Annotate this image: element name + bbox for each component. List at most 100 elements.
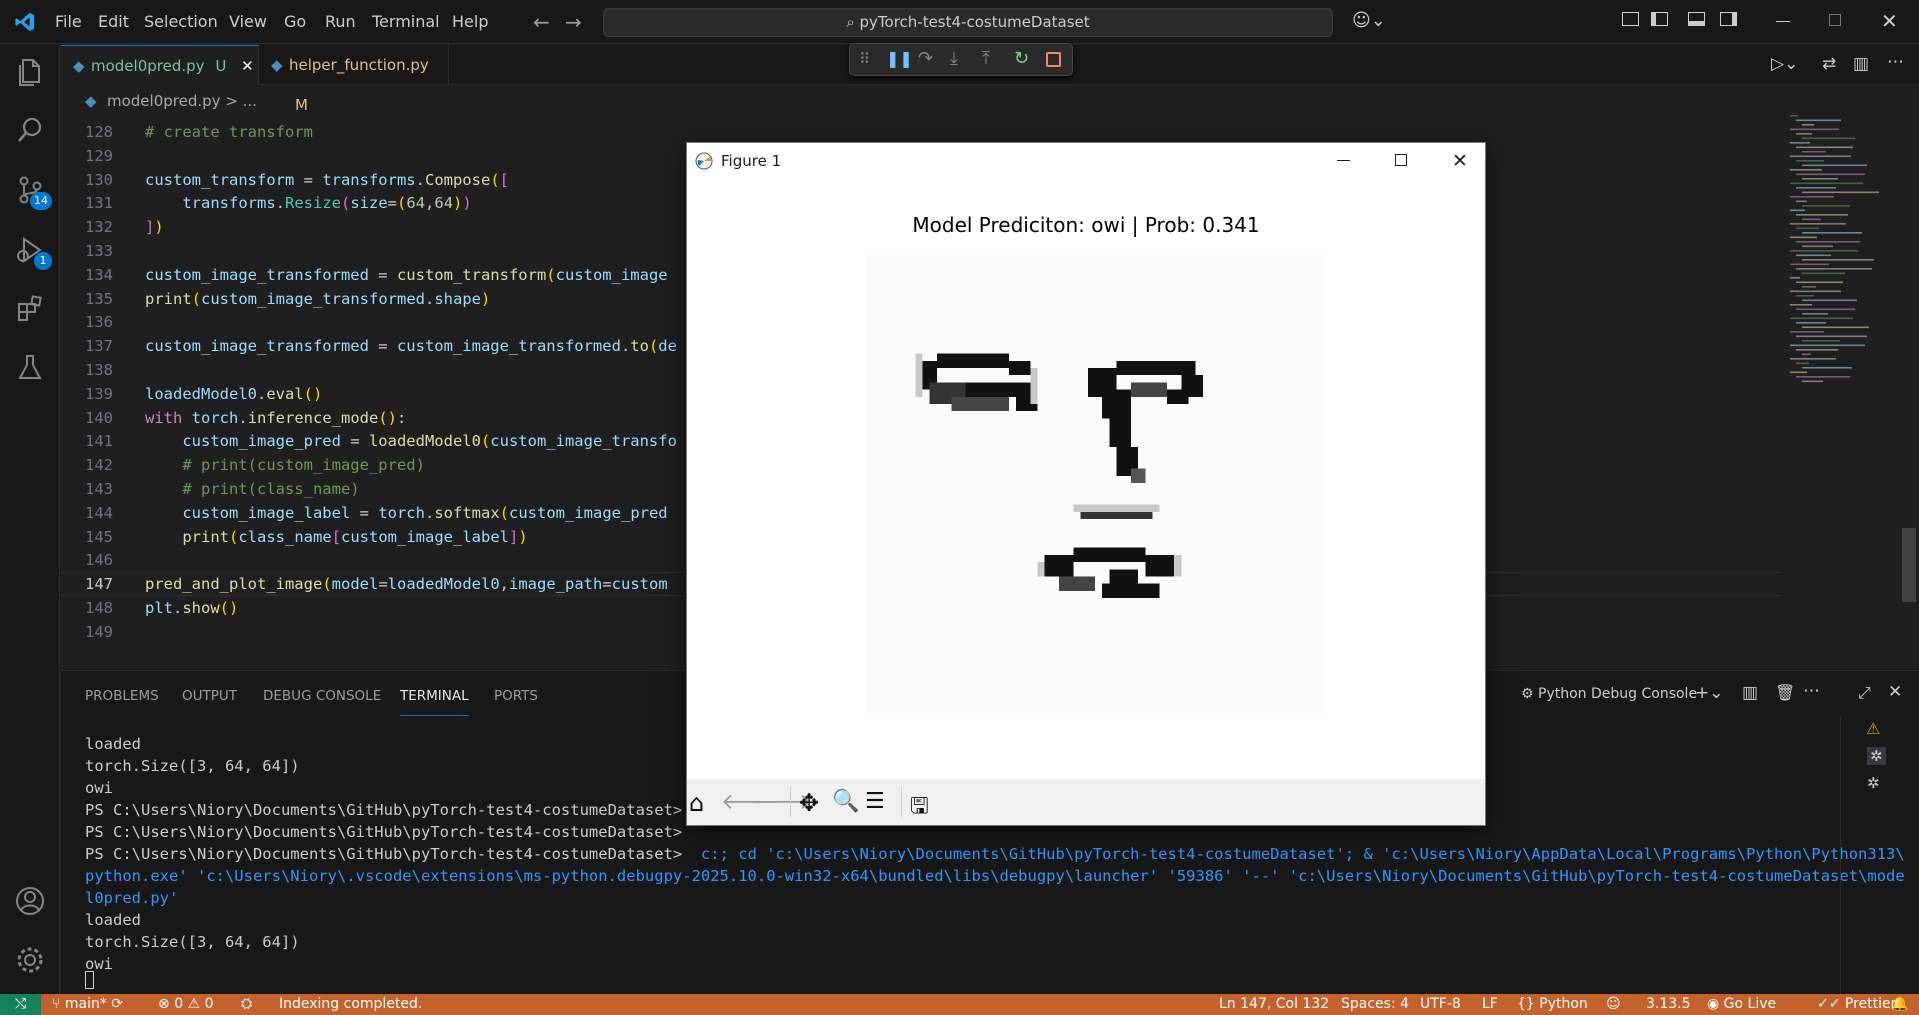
line-ending[interactable]: LF: [1482, 994, 1498, 1015]
new-terminal-icon[interactable]: +⌄: [1695, 683, 1724, 703]
tab-helper-function[interactable]: ◆ helper_function.py M: [259, 45, 449, 114]
debug-icon[interactable]: ⛭: [241, 994, 252, 1015]
python-version[interactable]: 3.13.5: [1646, 994, 1691, 1015]
menu-go[interactable]: Go: [284, 0, 306, 44]
run-python-file-icon[interactable]: ▷⌄: [1771, 54, 1798, 74]
tab-model0pred[interactable]: ◆ model0pred.py U ✕: [61, 45, 259, 85]
warning-icon[interactable]: ⚠: [1866, 719, 1880, 738]
code-line[interactable]: custom_image_transformed = custom_transf…: [145, 263, 668, 287]
menu-selection[interactable]: Selection: [144, 0, 218, 44]
source-control-icon[interactable]: 14: [12, 172, 52, 210]
copilot-status-icon[interactable]: ☺: [1606, 994, 1621, 1015]
close-panel-icon[interactable]: ✕: [1888, 682, 1902, 702]
split-terminal-icon[interactable]: ▥: [1742, 683, 1758, 703]
toggle-panel-icon[interactable]: [1688, 12, 1705, 26]
more-actions-icon[interactable]: ⋯: [1803, 681, 1820, 701]
explorer-icon[interactable]: [12, 54, 48, 90]
search-sidebar-icon[interactable]: [12, 112, 48, 148]
step-into-icon[interactable]: ⤓: [950, 48, 958, 69]
forward-icon[interactable]: 🡒: [753, 789, 812, 817]
close-window-icon[interactable]: ✕: [1881, 9, 1898, 33]
tab-terminal[interactable]: TERMINAL: [400, 676, 469, 716]
go-live-button[interactable]: ◉ Go Live: [1707, 994, 1776, 1015]
menu-view[interactable]: View: [229, 0, 267, 44]
code-line[interactable]: # print(class_name): [145, 477, 359, 501]
code-line[interactable]: custom_image_pred = loadedModel0(custom_…: [145, 429, 677, 453]
code-line[interactable]: plt.show(): [145, 596, 238, 620]
toggle-primary-sidebar-icon[interactable]: [1651, 12, 1668, 26]
tab-ports[interactable]: PORTS: [494, 671, 538, 721]
close-tab-icon[interactable]: ✕: [241, 57, 254, 75]
notifications-bell-icon[interactable]: 🔔: [1891, 994, 1908, 1015]
split-editor-icon[interactable]: ▥: [1853, 54, 1869, 74]
customize-layout-icon[interactable]: [1622, 12, 1639, 26]
code-line[interactable]: print(class_name[custom_image_label]): [145, 525, 527, 549]
step-out-icon[interactable]: ⤒: [982, 48, 990, 69]
compare-changes-icon[interactable]: ⇄: [1822, 54, 1836, 74]
testing-icon[interactable]: [12, 350, 48, 386]
account-icon[interactable]: [12, 883, 48, 919]
back-arrow-icon[interactable]: ←: [533, 10, 550, 34]
tab-problems[interactable]: PROBLEMS: [85, 671, 159, 721]
prettier-button[interactable]: ✓✓ Prettier: [1817, 994, 1896, 1015]
pause-icon[interactable]: ❚❚: [886, 49, 913, 68]
code-line[interactable]: custom_image_label = torch.softmax(custo…: [145, 501, 667, 525]
encoding[interactable]: UTF-8: [1420, 994, 1461, 1015]
home-icon[interactable]: ⌂: [689, 789, 717, 817]
restart-icon[interactable]: ↻: [1014, 48, 1029, 69]
save-figure-icon[interactable]: 🖫: [910, 789, 938, 819]
restore-icon[interactable]: [1829, 14, 1841, 26]
subplots-configure-icon[interactable]: ☰: [865, 789, 893, 817]
menu-terminal[interactable]: Terminal: [372, 0, 440, 44]
kill-terminal-icon[interactable]: 🗑: [1775, 683, 1795, 702]
figure-minimize-icon[interactable]: [1337, 160, 1350, 161]
language-mode[interactable]: {} Python: [1517, 994, 1588, 1015]
code-line[interactable]: custom_image_transformed = custom_image_…: [145, 334, 677, 358]
maximize-panel-icon[interactable]: ⤢: [1858, 683, 1871, 703]
problems-indicator[interactable]: ⊗ 0 ⚠ 0: [158, 994, 214, 1015]
drag-handle-icon[interactable]: ⠿: [859, 50, 870, 68]
branch-indicator[interactable]: ⑂ main* ⟳: [52, 994, 123, 1015]
step-over-icon[interactable]: ↷: [918, 48, 933, 69]
breadcrumb-rest[interactable]: > ...: [225, 92, 257, 110]
code-line[interactable]: custom_transform = transforms.Compose([: [145, 168, 509, 192]
settings-gear-icon[interactable]: [12, 942, 48, 978]
code-line[interactable]: # print(custom_image_pred): [145, 453, 425, 477]
back-icon[interactable]: 🡐: [721, 789, 780, 817]
more-actions-icon[interactable]: ⋯: [1887, 52, 1904, 72]
menu-file[interactable]: File: [55, 0, 82, 44]
breadcrumb-file[interactable]: model0pred.py: [107, 92, 221, 110]
indentation[interactable]: Spaces: 4: [1341, 994, 1409, 1015]
figure-canvas[interactable]: Model Prediciton: owi | Prob: 0.341: [687, 179, 1485, 779]
stop-icon[interactable]: [1046, 52, 1061, 67]
minimize-icon[interactable]: [1776, 21, 1790, 22]
pan-icon[interactable]: ✥: [799, 789, 827, 817]
code-line[interactable]: with torch.inference_mode():: [145, 406, 406, 430]
command-center-search[interactable]: ⌕ pyTorch-test4-costumeDataset: [603, 8, 1333, 37]
tab-debug-console[interactable]: DEBUG CONSOLE: [263, 671, 381, 721]
run-debug-icon[interactable]: 1: [12, 232, 52, 270]
code-line[interactable]: ]): [145, 215, 164, 239]
cursor-position[interactable]: Ln 147, Col 132: [1219, 994, 1329, 1015]
menu-edit[interactable]: Edit: [98, 0, 129, 44]
zoom-icon[interactable]: 🔍: [832, 789, 860, 817]
editor-scrollbar[interactable]: [1902, 528, 1916, 602]
terminal-instance[interactable]: ⚙ Python Debug Console: [1521, 686, 1697, 702]
debug-session-icon[interactable]: ✲: [1867, 774, 1880, 792]
toggle-secondary-sidebar-icon[interactable]: [1720, 12, 1737, 26]
remote-indicator-icon[interactable]: ⤭: [0, 994, 41, 1015]
tab-output[interactable]: OUTPUT: [182, 671, 237, 721]
menu-run[interactable]: Run: [325, 0, 356, 44]
menu-help[interactable]: Help: [452, 0, 488, 44]
extensions-icon[interactable]: [12, 291, 48, 327]
figure-maximize-icon[interactable]: [1395, 154, 1407, 166]
copilot-icon[interactable]: ☺⌄: [1352, 10, 1386, 31]
minimap[interactable]: [1786, 115, 1896, 415]
code-line[interactable]: loadedModel0.eval(): [145, 382, 322, 406]
code-line[interactable]: print(custom_image_transformed.shape): [145, 287, 490, 311]
code-line[interactable]: transforms.Resize(size=(64,64)): [145, 191, 471, 215]
code-line[interactable]: # create transform: [145, 120, 313, 144]
figure-close-icon[interactable]: ✕: [1452, 143, 1468, 179]
forward-arrow-icon[interactable]: →: [565, 10, 582, 34]
debug-session-icon[interactable]: ✲: [1867, 747, 1886, 765]
